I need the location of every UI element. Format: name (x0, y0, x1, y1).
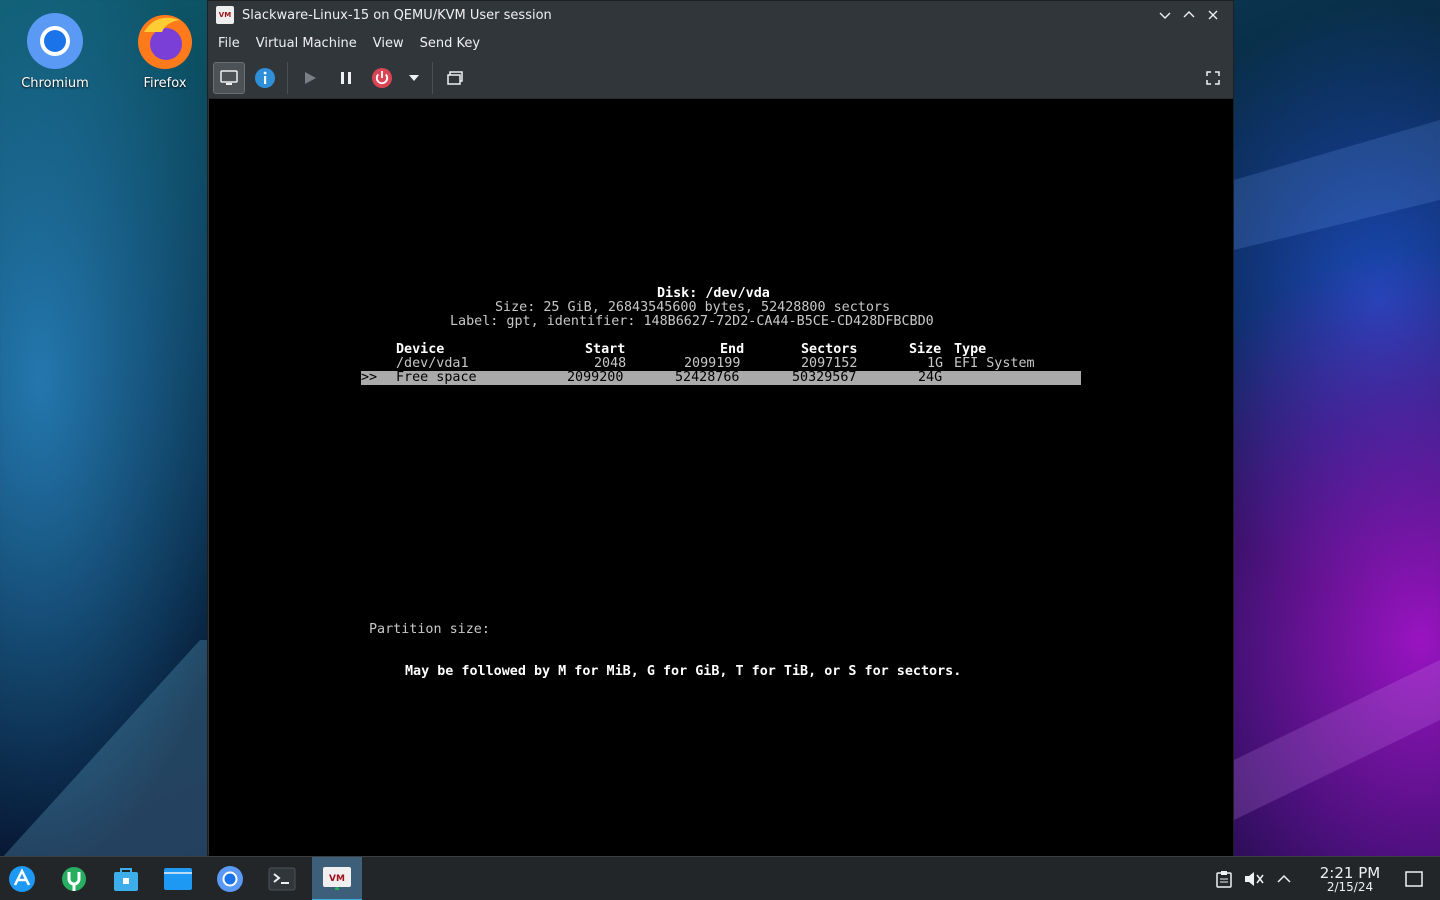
taskbar: VM 2:21 PM 2/15/24 (0, 856, 1440, 900)
store-icon (114, 867, 138, 891)
desktop-icon-label: Firefox (143, 76, 187, 91)
terminal-button[interactable] (260, 857, 304, 900)
desktop-icon-label: Chromium (21, 76, 89, 91)
toolbar-separator (287, 61, 288, 94)
clipboard-button[interactable] (1210, 865, 1238, 893)
row-end: 2099199 (684, 356, 741, 371)
chromium-taskbar-button[interactable] (208, 857, 252, 900)
volume-button[interactable] (1240, 865, 1268, 893)
monitor-icon (220, 69, 238, 85)
fullscreen-button[interactable] (1197, 62, 1229, 94)
col-type-header: Type (954, 342, 987, 357)
row-size: 1G (927, 356, 944, 371)
toolbar-separator (432, 61, 433, 94)
clock[interactable]: 2:21 PM 2/15/24 (1310, 863, 1390, 894)
row-device[interactable]: /dev/vda1 (396, 357, 469, 371)
row-end: 52428766 (675, 370, 740, 385)
info-icon (255, 67, 275, 88)
svg-text:VM: VM (329, 874, 345, 884)
play-icon (305, 71, 316, 84)
run-button[interactable] (294, 62, 326, 94)
toolbar (208, 57, 1233, 99)
volume-muted-icon (1245, 872, 1264, 886)
row-type: EFI System (954, 356, 1035, 371)
window-title: Slackware-Linux-15 on QEMU/KVM User sess… (242, 7, 552, 23)
window-titlebar[interactable]: VM Slackware-Linux-15 on QEMU/KVM User s… (208, 1, 1233, 29)
col-sectors-header: Sectors (801, 342, 858, 357)
disk-size-line: Size: 25 GiB, 26843545600 bytes, 5242880… (495, 300, 891, 315)
fullscreen-icon (1206, 70, 1220, 85)
close-icon (1208, 10, 1218, 20)
clock-date: 2/15/24 (1326, 879, 1374, 894)
chevron-up-icon (1183, 11, 1195, 18)
caret-down-icon (409, 74, 419, 81)
chevron-up-icon (1277, 874, 1291, 883)
col-device-header: Device (396, 342, 445, 357)
shutdown-menu-button[interactable] (402, 62, 426, 94)
row-marker: >> (361, 370, 378, 385)
row-device: Free space (396, 370, 477, 385)
terminal-icon (268, 867, 296, 890)
partition-size-prompt[interactable]: Partition size: (369, 623, 490, 637)
app-launcher-button[interactable] (0, 857, 44, 900)
snapshots-button[interactable] (439, 62, 471, 94)
row-start: 2048 (594, 356, 627, 371)
virt-manager-app-icon: VM (216, 6, 234, 24)
discover-button[interactable] (52, 857, 96, 900)
chevron-down-icon (1159, 12, 1171, 19)
menubar: File Virtual Machine View Send Key (208, 29, 1233, 57)
desktop-icon-chromium[interactable]: Chromium (5, 12, 105, 91)
chromium-icon (26, 12, 84, 70)
desktop-icon-firefox[interactable]: Firefox (115, 12, 215, 91)
tray-expand-button[interactable] (1270, 865, 1298, 893)
maximize-button[interactable] (1177, 3, 1201, 27)
col-start-header: Start (585, 342, 626, 357)
pause-button[interactable] (330, 62, 362, 94)
minimize-button[interactable] (1153, 3, 1177, 27)
row-start: 2099200 (567, 370, 624, 385)
file-manager-icon (164, 867, 192, 890)
menu-virtual-machine[interactable]: Virtual Machine (248, 36, 365, 51)
disk-title: Disk: /dev/vda (657, 286, 770, 301)
menu-file[interactable]: File (210, 36, 248, 51)
console-view-button[interactable] (213, 61, 245, 94)
clipboard-icon (1216, 871, 1232, 888)
row-sectors: 2097152 (801, 356, 858, 371)
system-tray: 2:21 PM 2/15/24 (1210, 857, 1440, 900)
details-button[interactable] (249, 62, 281, 94)
store-button[interactable] (104, 857, 148, 900)
show-desktop-icon (1405, 871, 1423, 887)
shutdown-button[interactable] (366, 62, 398, 94)
row-size: 24G (918, 370, 943, 385)
snapshot-icon (447, 70, 463, 85)
col-end-header: End (720, 342, 745, 357)
app-launcher-icon (9, 865, 35, 892)
virt-manager-icon: VM (323, 866, 351, 890)
clock-time: 2:21 PM (1319, 863, 1381, 882)
vm-window: VM Slackware-Linux-15 on QEMU/KVM User s… (207, 0, 1234, 856)
menu-send-key[interactable]: Send Key (412, 36, 488, 51)
show-desktop-button[interactable] (1400, 865, 1428, 893)
col-size-header: Size (909, 342, 942, 357)
size-hint: May be followed by M for MiB, G for GiB,… (405, 664, 962, 679)
vm-console[interactable]: Disk: /dev/vda Size: 25 GiB, 26843545600… (209, 99, 1233, 856)
close-button[interactable] (1201, 3, 1225, 27)
menu-view[interactable]: View (365, 36, 412, 51)
power-icon (372, 67, 392, 88)
virt-manager-taskbar-button[interactable]: VM (312, 856, 362, 900)
discover-icon (62, 866, 86, 891)
chromium-icon (217, 865, 243, 892)
file-manager-button[interactable] (156, 857, 200, 900)
firefox-icon (136, 12, 194, 70)
row-sectors: 50329567 (792, 370, 857, 385)
disk-label-line: Label: gpt, identifier: 148B6627-72D2-CA… (450, 314, 934, 329)
pause-icon (341, 71, 351, 84)
